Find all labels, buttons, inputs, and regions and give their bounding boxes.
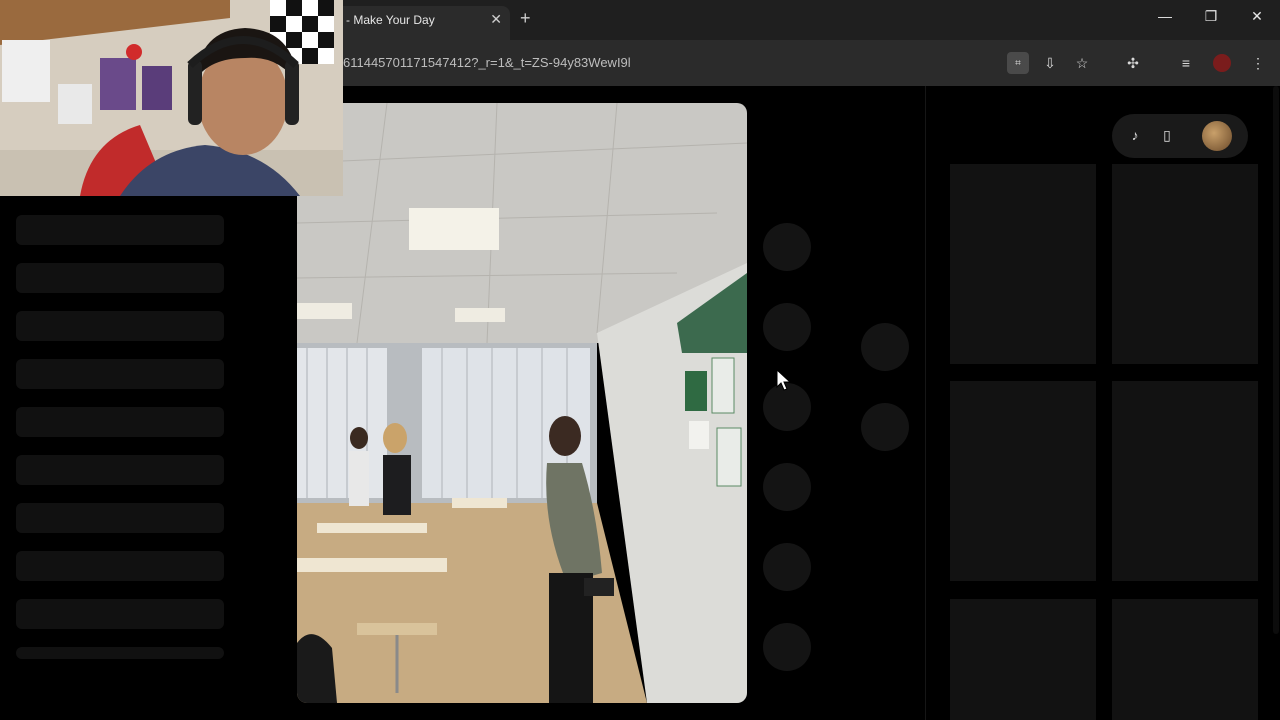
user-avatar[interactable]	[1202, 121, 1232, 151]
profile-avatar[interactable]	[1213, 54, 1231, 72]
webcam-frame	[0, 0, 343, 196]
close-window-button[interactable]: ✕	[1245, 8, 1269, 25]
translate-icon[interactable]: ⌗	[1007, 52, 1029, 74]
video-action-button[interactable]	[763, 543, 811, 591]
video-frame	[297, 103, 747, 703]
video-card[interactable]	[1112, 599, 1258, 720]
nav-up-button[interactable]	[861, 323, 909, 371]
scrollbar[interactable]	[1273, 86, 1279, 634]
video-action-button[interactable]	[763, 303, 811, 351]
skeleton-row	[16, 311, 224, 341]
address-bar-url[interactable]: 611445701171547412?_r=1&_t=ZS-94y83WewI9…	[343, 55, 631, 70]
tab-close-icon[interactable]: ✕	[490, 11, 502, 28]
video-action-button[interactable]	[763, 463, 811, 511]
media-controls-icon[interactable]: ≡	[1175, 52, 1197, 74]
skeleton-row	[16, 215, 224, 245]
video-card[interactable]	[1112, 164, 1258, 364]
new-tab-button[interactable]: +	[520, 8, 531, 29]
menu-icon[interactable]: ⋮	[1247, 52, 1269, 74]
right-panel: ♪ ▯	[925, 86, 1280, 720]
video-card[interactable]	[1112, 381, 1258, 581]
extensions-icon[interactable]: ✣	[1122, 52, 1144, 74]
restore-button[interactable]: ❐	[1199, 8, 1223, 25]
nav-down-button[interactable]	[861, 403, 909, 451]
tiktok-icon[interactable]: ♪	[1126, 127, 1144, 145]
mouse-cursor-icon	[776, 369, 792, 391]
top-right-pill: ♪ ▯	[1112, 114, 1248, 158]
minimize-button[interactable]: —	[1153, 8, 1177, 24]
skeleton-row	[16, 359, 224, 389]
install-icon[interactable]: ⇩	[1039, 52, 1061, 74]
video-action-button[interactable]	[763, 223, 811, 271]
skeleton-row	[16, 407, 224, 437]
skeleton-row	[16, 599, 224, 629]
video-action-button[interactable]	[763, 623, 811, 671]
video-card[interactable]	[950, 599, 1096, 720]
phone-icon[interactable]: ▯	[1158, 127, 1176, 145]
browser-tab[interactable]: - Make Your Day ✕	[330, 6, 510, 40]
skeleton-row	[16, 455, 224, 485]
skeleton-row	[16, 647, 224, 659]
tab-title: - Make Your Day	[346, 13, 435, 27]
webcam-overlay	[0, 0, 343, 196]
bookmark-star-icon[interactable]: ☆	[1071, 52, 1093, 74]
video-player[interactable]	[297, 103, 747, 703]
video-card[interactable]	[950, 164, 1096, 364]
skeleton-row	[16, 263, 224, 293]
skeleton-row	[16, 503, 224, 533]
video-card[interactable]	[950, 381, 1096, 581]
skeleton-row	[16, 551, 224, 581]
